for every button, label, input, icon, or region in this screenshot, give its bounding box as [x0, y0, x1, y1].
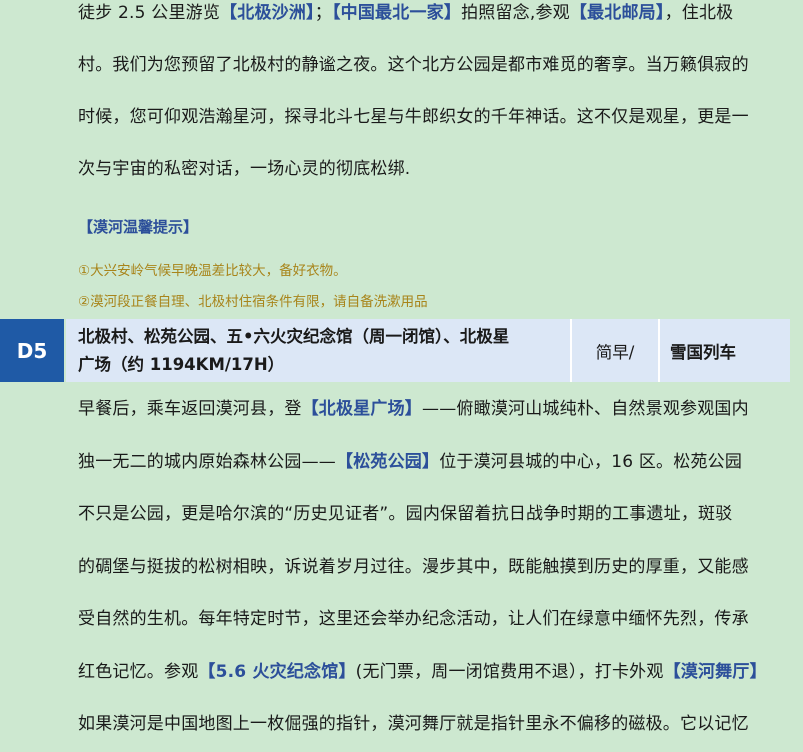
- day4-line-1: 徒步 2.5 公里游览【北极沙洲】；【中国最北一家】拍照留念,参观【最北邮局】，…: [78, 0, 786, 39]
- day5-line-3: 不只是公园，更是哈尔滨的“历史见证者”。园内保留着抗日战争时期的工事遗址，斑驳: [78, 489, 786, 540]
- day5-meal: 简早/: [572, 319, 660, 382]
- text-segment: 不只是公园，更是哈尔滨的“历史见证者”。园内保留着抗日战争时期的工事遗址，斑驳: [78, 504, 733, 524]
- text-segment: ，住北极: [664, 3, 734, 23]
- day4-line-4: 次与宇宙的私密对话，一场心灵的彻底松绑.: [78, 144, 786, 195]
- text-segment: (无门票，周一闭馆费用不退），打卡外观: [355, 661, 664, 682]
- day4-line-2: 村。我们为您预留了北极村的静谧之夜。这个北方公园是都市难觅的奢享。当万籁俱寂的: [78, 40, 786, 91]
- text-segment: 位于漠河县城的中心，16 区。松苑公园: [439, 451, 743, 472]
- text-segment: 红色记忆。参观: [78, 661, 199, 682]
- day5-line-6: 红色记忆。参观【5.6 火灾纪念馆】(无门票，周一闭馆费用不退），打卡外观【漠河…: [78, 647, 786, 698]
- highlight-place: 【漠河舞厅】: [663, 661, 767, 682]
- day5-line-7: 如果漠河是中国地图上一枚倔强的指针，漠河舞厅就是指针里永不偏移的磁极。它以记忆: [78, 699, 786, 750]
- text-segment: 受自然的生机。每年特定时节，这里还会举办纪念活动，让人们在绿意中缅怀先烈，传承: [78, 609, 749, 629]
- day5-line-1: 早餐后，乘车返回漠河县，登【北极星广场】——俯瞰漠河山城纯朴、自然景观参观国内: [78, 384, 786, 435]
- highlight-place: 【北极沙洲】: [220, 3, 315, 23]
- text-segment: ——俯瞰漠河山城纯朴、自然景观参观国内: [422, 399, 749, 419]
- day5-line-4: 的碉堡与挺拔的松树相映，诉说着岁月过往。漫步其中，既能触摸到历史的厚重，又能感: [78, 542, 786, 593]
- day5-line-5: 受自然的生机。每年特定时节，这里还会举办纪念活动，让人们在绿意中缅怀先烈，传承: [78, 594, 786, 645]
- day5-line-2: 独一无二的城内原始森林公园——【松苑公园】位于漠河县城的中心，16 区。松苑公园: [78, 437, 786, 488]
- highlight-place: 【北极星广场】: [301, 399, 423, 419]
- day5-accommodation: 雪国列车: [660, 319, 790, 382]
- highlight-place: 【最北邮局】: [569, 3, 665, 23]
- day5-route-line2: 广场（约 1194KM/17H）: [78, 354, 285, 374]
- highlight-place: 【5.6 火灾纪念馆】: [198, 661, 356, 682]
- text-segment: 次与宇宙的私密对话，一场心灵的彻底松绑.: [78, 159, 411, 179]
- day-badge: D5: [0, 319, 64, 382]
- highlight-place: 【中国最北一家】: [331, 3, 462, 23]
- text-segment: 独一无二的城内原始森林公园——: [78, 451, 336, 472]
- text-segment: 如果漠河是中国地图上一枚倔强的指针，漠河舞厅就是指针里永不偏移的磁极。它以记忆: [78, 714, 749, 734]
- text-segment: 的碉堡与挺拔的松树相映，诉说着岁月过往。漫步其中，既能触摸到历史的厚重，又能感: [78, 556, 749, 577]
- text-segment: 村。我们为您预留了北极村的静谧之夜。这个北方公园是都市难觅的奢享。当万籁俱寂的: [78, 55, 749, 75]
- tip-item-1: ①大兴安岭气候早晚温差比较大，备好衣物。: [78, 263, 347, 279]
- text-segment: 徒步 2.5 公里游览: [78, 3, 221, 23]
- text-segment: 时候，您可仰观浩瀚星河，探寻北斗七星与牛郎织女的千年神话。这不仅是观星，更是一: [78, 107, 749, 127]
- day5-route: 北极村、松苑公园、五•六火灾纪念馆（周一闭馆）、北极星 广场（约 1194KM/…: [66, 319, 572, 382]
- text-segment: ；: [314, 3, 332, 23]
- day5-route-line1: 北极村、松苑公园、五•六火灾纪念馆（周一闭馆）、北极星: [78, 326, 510, 346]
- highlight-place: 【松苑公园】: [336, 451, 440, 472]
- tip-item-2: ②漠河段正餐自理、北极村住宿条件有限，请自备洗漱用品: [78, 294, 428, 310]
- day5-header-row: D5 北极村、松苑公园、五•六火灾纪念馆（周一闭馆）、北极星 广场（约 1194…: [0, 319, 790, 382]
- tips-title: 【漠河温馨提示】: [78, 218, 199, 236]
- text-segment: 拍照留念,参观: [461, 3, 570, 23]
- text-segment: 早餐后，乘车返回漠河县，登: [78, 399, 302, 419]
- itinerary-page: 徒步 2.5 公里游览【北极沙洲】；【中国最北一家】拍照留念,参观【最北邮局】，…: [0, 0, 803, 752]
- day4-line-3: 时候，您可仰观浩瀚星河，探寻北斗七星与牛郎织女的千年神话。这不仅是观星，更是一: [78, 92, 786, 143]
